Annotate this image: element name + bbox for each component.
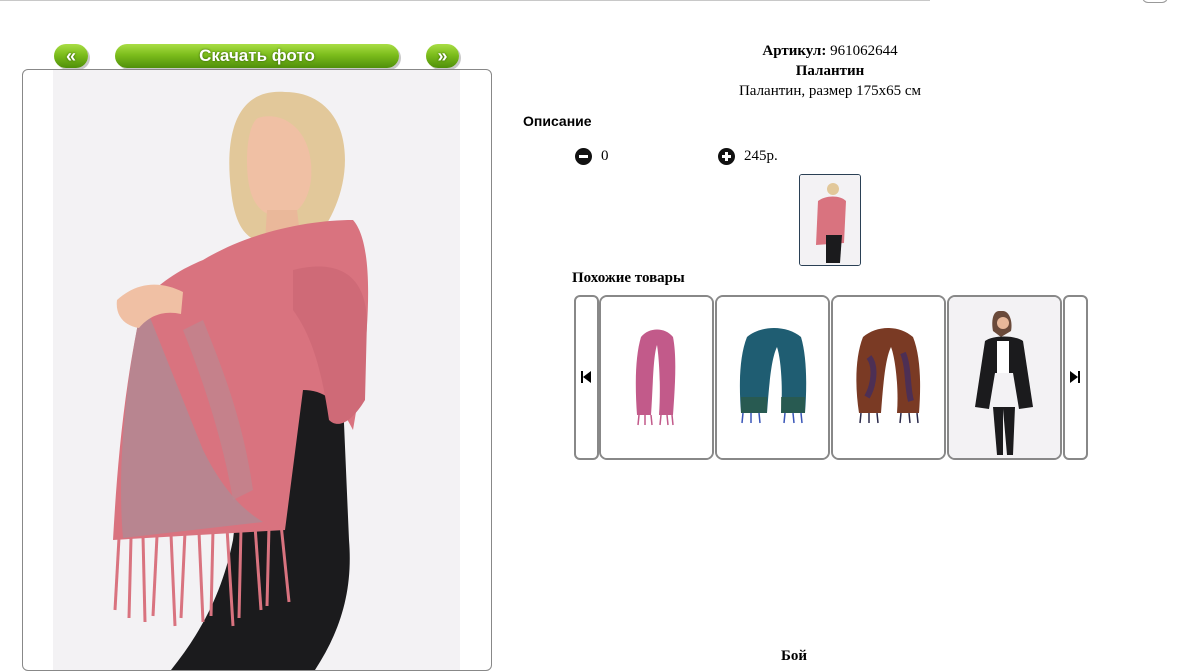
black-cardigan-image (949, 297, 1060, 458)
price-value: 245р. (744, 148, 778, 164)
carousel-next-button[interactable] (1063, 295, 1088, 460)
top-corner-tab (1142, 0, 1168, 3)
product-info: Артикул: 961062644 Палантин Палантин, ра… (520, 41, 1140, 101)
sku-label: Артикул: (762, 43, 827, 59)
download-photo-button[interactable]: Скачать фото (115, 44, 399, 68)
main-thumbnail[interactable] (799, 174, 861, 266)
description-title: Описание (523, 113, 592, 129)
skip-forward-icon (1070, 371, 1080, 383)
next-photo-button[interactable]: » (426, 44, 459, 68)
similar-item[interactable] (947, 295, 1062, 460)
similar-item[interactable] (599, 295, 714, 460)
main-product-photo[interactable] (53, 70, 460, 670)
carousel-prev-button[interactable] (574, 295, 599, 460)
sku-value: 961062644 (830, 43, 898, 59)
quantity-control: 0 (575, 148, 609, 165)
skip-back-icon (581, 371, 591, 383)
prev-photo-button[interactable]: « (54, 44, 88, 68)
main-photo-frame (22, 69, 492, 671)
minus-icon[interactable] (575, 148, 592, 165)
quantity-value: 0 (601, 148, 609, 164)
top-divider (0, 0, 930, 1)
teal-scarf-image (717, 297, 828, 458)
similar-item[interactable] (715, 295, 830, 460)
bottom-heading-partial: Бой (781, 648, 808, 664)
pink-scarf-image (601, 297, 712, 458)
sku-line: Артикул: 961062644 (520, 41, 1140, 61)
plus-icon[interactable] (718, 148, 735, 165)
similar-products-title: Похожие товары (572, 270, 685, 286)
product-subtitle: Палантин, размер 175х65 см (738, 83, 922, 99)
brown-scarf-image (833, 297, 944, 458)
similar-item[interactable] (831, 295, 946, 460)
price-control: 245р. (718, 148, 778, 165)
product-name: Палантин (795, 63, 865, 79)
